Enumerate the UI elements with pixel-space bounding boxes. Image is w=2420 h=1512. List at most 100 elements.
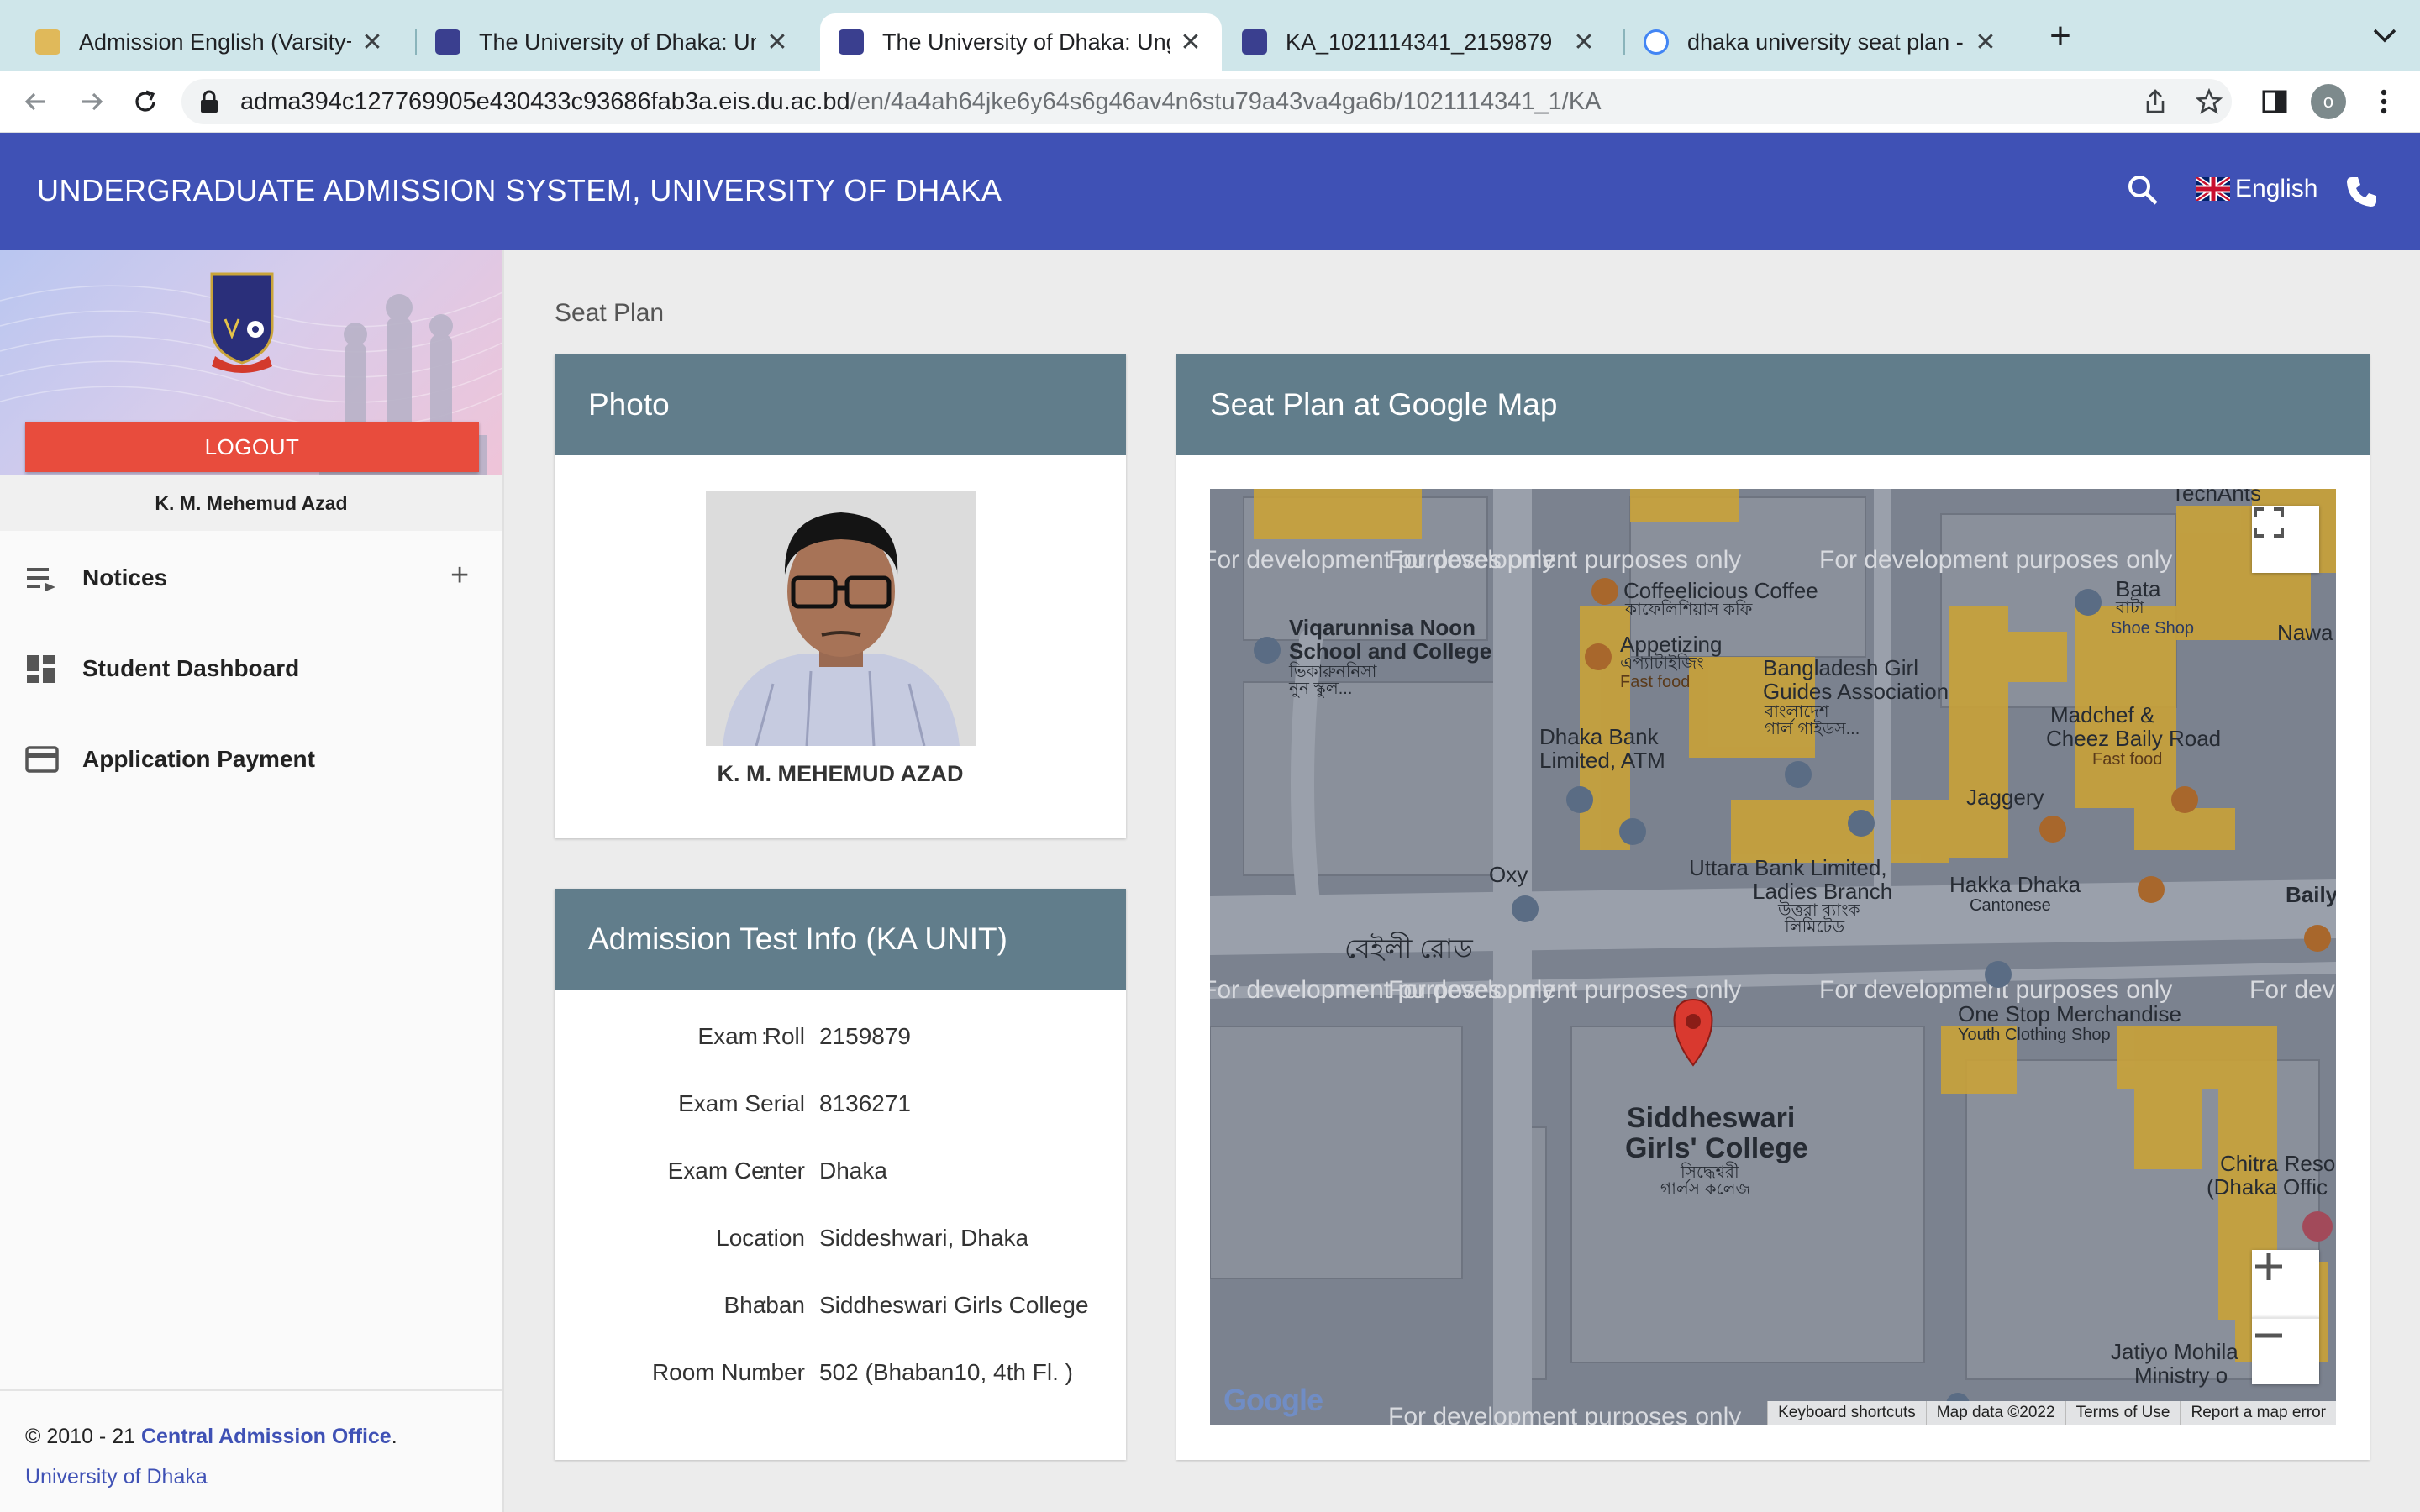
google-logo: Google	[1223, 1383, 1323, 1417]
svg-text:গার্ল গাইডস...: গার্ল গাইডস...	[1765, 718, 1860, 738]
svg-text:TechAnts: TechAnts	[2171, 489, 2261, 506]
phone-icon[interactable]	[2344, 175, 2378, 213]
svg-text:Ladies Branch: Ladies Branch	[1753, 879, 1892, 904]
map-watermark-text: For development purposes only	[1388, 546, 1741, 574]
terms-of-use-link[interactable]: Terms of Use	[2065, 1401, 2181, 1425]
sidebar-user-name: K. M. Mehemud Azad	[0, 475, 502, 531]
browser-tab[interactable]: The University of Dhaka: Unge ✕	[417, 13, 808, 71]
svg-text:উত্তরা ব্যাংক: উত্তরা ব্যাংক	[1777, 900, 1861, 920]
info-value: Dhaka	[819, 1158, 887, 1184]
candidate-name: K. M. MEHEMUD AZAD	[717, 761, 964, 786]
browser-tab[interactable]: Admission English (Varsity+Me ✕	[17, 13, 403, 71]
svg-text:Jaggery: Jaggery	[1966, 785, 2044, 810]
close-tab-icon[interactable]: ✕	[1973, 28, 1998, 57]
seat-plan-map-card: Seat Plan at Google Map For development …	[1176, 354, 2370, 1460]
footer-period: .	[391, 1425, 397, 1448]
svg-text:Bangladesh Girl: Bangladesh Girl	[1763, 655, 1918, 680]
svg-text:কাফেলিশিয়াস কফি: কাফেলিশিয়াস কফি	[1624, 600, 1753, 619]
map-watermark-text: For development purposes only	[2249, 976, 2336, 1004]
svg-text:Viqarunnisa Noon: Viqarunnisa Noon	[1289, 615, 1476, 640]
svg-text:One Stop Merchandise: One Stop Merchandise	[1958, 1001, 2181, 1026]
side-panel-icon[interactable]	[2257, 84, 2292, 119]
close-tab-icon[interactable]: ✕	[1178, 28, 1203, 57]
tab-search-chevron-icon[interactable]	[2368, 18, 2402, 52]
share-icon[interactable]	[2138, 84, 2173, 119]
info-label: Exam Roll	[697, 1023, 805, 1049]
sidebar-item-notices[interactable]: Notices +	[0, 536, 502, 620]
university-of-dhaka-link[interactable]: University of Dhaka	[25, 1457, 477, 1497]
du-favicon-icon	[1242, 29, 1267, 55]
app-title: UNDERGRADUATE ADMISSION SYSTEM, UNIVERSI…	[37, 173, 1002, 207]
svg-text:Cantonese: Cantonese	[1970, 896, 2051, 915]
tab-title: The University of Dhaka: Unge	[479, 29, 756, 55]
location-row: Location: Siddeshwari, Dhaka	[555, 1225, 1126, 1258]
info-value: 502 (Bhaban10, 4th Fl. )	[819, 1359, 1073, 1385]
expand-plus-icon[interactable]: +	[450, 558, 469, 594]
close-tab-icon[interactable]: ✕	[765, 28, 790, 57]
language-selector[interactable]: English	[2196, 175, 2317, 203]
copyright-text: © 2010 - 21	[25, 1425, 136, 1448]
logout-button[interactable]: LOGOUT	[25, 422, 479, 472]
bookmark-star-icon[interactable]	[2191, 84, 2227, 119]
room-number-row: Room Number: 502 (Bhaban10, 4th Fl. )	[555, 1359, 1126, 1393]
map-attribution-bar: Keyboard shortcuts Map data ©2022 Terms …	[1767, 1401, 2336, 1425]
keyboard-shortcuts-link[interactable]: Keyboard shortcuts	[1767, 1401, 1926, 1425]
svg-text:Appetizing: Appetizing	[1620, 632, 1722, 657]
sidebar-item-application-payment[interactable]: Application Payment	[0, 717, 502, 801]
more-vert-icon[interactable]	[2366, 84, 2402, 119]
svg-text:গার্লস কলেজ: গার্লস কলেজ	[1660, 1179, 1752, 1199]
admission-info-card: Admission Test Info (KA UNIT) Exam Roll:…	[555, 889, 1126, 1460]
du-favicon-icon	[839, 29, 864, 55]
search-icon[interactable]	[2126, 173, 2160, 211]
new-tab-icon[interactable]: +	[2044, 18, 2077, 55]
svg-text:লিমিটেড: লিমিটেড	[1784, 916, 1844, 937]
browser-tab[interactable]: KA_1021114341_2159879 ✕	[1223, 13, 1615, 71]
notices-list-icon	[27, 568, 55, 591]
sidebar-item-student-dashboard[interactable]: Student Dashboard	[0, 627, 502, 711]
browser-tab[interactable]: dhaka university seat plan - Go ✕	[1625, 13, 2017, 71]
svg-text:Madchef &: Madchef &	[2050, 702, 2154, 727]
zoom-in-icon[interactable]	[2252, 1250, 2319, 1317]
info-colon: :	[761, 1158, 768, 1184]
report-map-error-link[interactable]: Report a map error	[2180, 1401, 2336, 1425]
address-bar[interactable]: adma394c127769905e430433c93686fab3a.eis.…	[182, 79, 2232, 124]
info-label: Room Number	[651, 1359, 805, 1385]
svg-text:Chitra Reso: Chitra Reso	[2220, 1151, 2335, 1176]
back-arrow-icon[interactable]	[18, 84, 54, 119]
reload-icon[interactable]	[128, 84, 163, 119]
svg-text:Bata: Bata	[2116, 576, 2161, 601]
svg-text:Youth Clothing Shop: Youth Clothing Shop	[1958, 1026, 2111, 1044]
svg-text:সিদ্ধেশ্বরী: সিদ্ধেশ্বরী	[1680, 1162, 1739, 1182]
close-tab-icon[interactable]: ✕	[1571, 28, 1597, 57]
sidebar-item-label: Application Payment	[82, 746, 315, 772]
bhaban-row: Bhaban: Siddheswari Girls College	[555, 1292, 1126, 1326]
close-tab-icon[interactable]: ✕	[360, 28, 385, 57]
map-card-title: Seat Plan at Google Map	[1176, 354, 2370, 455]
google-map[interactable]: For development purposes only For develo…	[1210, 489, 2336, 1425]
sidebar-item-label: Notices	[82, 564, 168, 591]
central-admission-office-link[interactable]: Central Admission Office	[141, 1425, 392, 1448]
zoom-out-icon[interactable]	[2252, 1317, 2319, 1384]
svg-text:Jatiyo Mohila: Jatiyo Mohila	[2111, 1339, 2238, 1364]
sidebar-item-label: Student Dashboard	[82, 655, 300, 681]
photo-card: Photo K. M. MEHEMUD AZAD	[555, 354, 1126, 838]
dashboard-icon	[27, 655, 55, 683]
info-colon: :	[761, 1359, 768, 1385]
browser-tab-active[interactable]: The University of Dhaka: Unge ✕	[820, 13, 1222, 71]
page-title: Seat Plan	[555, 299, 665, 327]
svg-text:বেইলী রোড: বেইলী রোড	[1344, 932, 1473, 963]
exam-roll-row: Exam Roll: 2159879	[555, 1023, 1126, 1057]
svg-text:Girls' College: Girls' College	[1625, 1132, 1808, 1164]
forward-arrow-icon[interactable]	[74, 84, 109, 119]
profile-avatar[interactable]: o	[2311, 84, 2346, 119]
browser-tab-strip: Admission English (Varsity+Me ✕ The Univ…	[0, 0, 2420, 71]
svg-text:Hakka Dhaka: Hakka Dhaka	[1949, 872, 2081, 897]
info-colon: :	[761, 1090, 768, 1116]
svg-text:এপ্যাটাইজিং: এপ্যাটাইজিং	[1620, 653, 1704, 673]
map-data-text: Map data ©2022	[1925, 1401, 2065, 1425]
info-colon: :	[761, 1292, 768, 1318]
tab-title: KA_1021114341_2159879	[1286, 29, 1553, 55]
tab-title: dhaka university seat plan - Go	[1687, 29, 1965, 55]
fullscreen-icon[interactable]	[2252, 506, 2319, 573]
google-favicon-icon	[1644, 29, 1669, 55]
